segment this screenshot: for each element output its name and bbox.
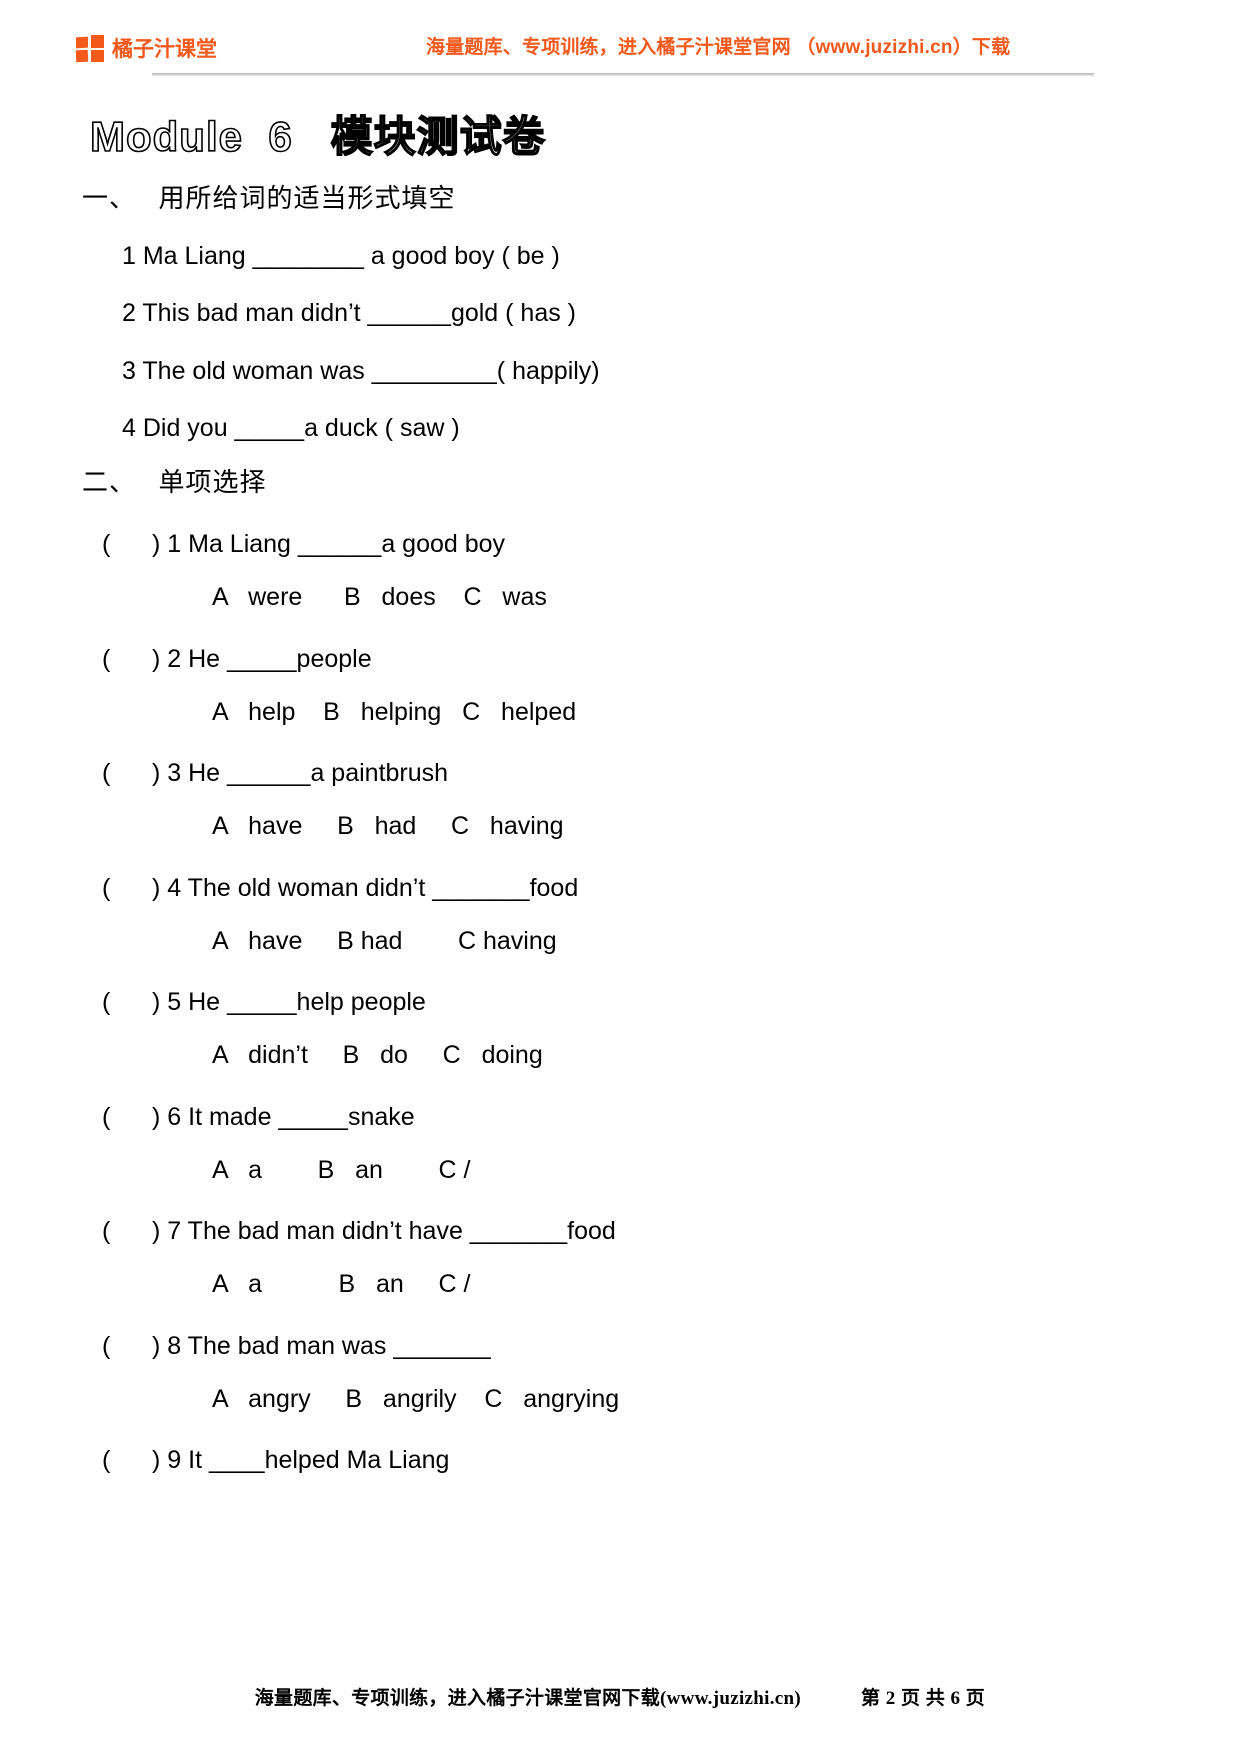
mc-question-stem: ( ) 5 He _____help people <box>102 988 426 1017</box>
multiple-choice-question-list: ( ) 1 Ma Liang ______a good boy A were B… <box>76 529 1164 1476</box>
mc-question-stem: ( ) 4 The old woman didn’t _______food <box>102 873 579 902</box>
page-title: Module 6 模块测试卷 <box>89 113 546 161</box>
mc-question-stem: ( ) 1 Ma Liang ______a good boy <box>102 530 506 559</box>
page-header: 橘子汁课堂 海量题库、专项训练，进入橘子汁课堂官网 （www.juzizhi.c… <box>75 0 1164 80</box>
page-footer: 海量题库、专项训练，进入橘子汁课堂官网下载(www.juzizhi.cn) 第 … <box>76 1683 1164 1710</box>
section-label-1: 一、 <box>82 184 137 214</box>
section-title-2: 单项选择 <box>158 468 267 498</box>
section-label-2: 二、 <box>82 468 137 498</box>
mc-question-options: A have B had C having <box>212 812 564 841</box>
mc-question-options: A a B an C / <box>212 1155 471 1184</box>
mc-question-options: A didn’t B do C doing <box>212 1041 543 1070</box>
header-divider <box>152 73 1094 76</box>
brand-name: 橘子汁课堂 <box>112 37 217 61</box>
mc-question-stem: ( ) 2 He _____people <box>102 644 372 673</box>
section-title-1: 用所给词的适当形式填空 <box>158 184 456 214</box>
mc-question-stem: ( ) 8 The bad man was _______ <box>102 1331 491 1360</box>
mc-question-stem: ( ) 9 It ____helped Ma Liang <box>102 1446 450 1475</box>
section-heading-2: 二、 单项选择 <box>82 462 1164 499</box>
fill-blank-question-list: 1 Ma Liang ________ a good boy ( be ) 2 … <box>76 241 1164 444</box>
section-heading-1: 一、 用所给词的适当形式填空 <box>82 178 1164 215</box>
fill-blank-question: 2 This bad man didn’t ______gold ( has ) <box>122 299 577 328</box>
fill-blank-question: 3 The old woman was _________( happily) <box>122 356 600 385</box>
footer-page-number: 第 2 页 共 6 页 <box>861 1688 986 1709</box>
mc-question-options: A a B an C / <box>212 1270 471 1299</box>
fill-blank-question: 4 Did you _____a duck ( saw ) <box>122 413 460 442</box>
footer-note: 海量题库、专项训练，进入橘子汁课堂官网下载(www.juzizhi.cn) <box>254 1688 801 1709</box>
mc-question-stem: ( ) 6 It made _____snake <box>102 1102 415 1131</box>
mc-question-stem: ( ) 7 The bad man didn’t have _______foo… <box>102 1217 616 1246</box>
four-squares-logo-icon <box>75 35 106 63</box>
header-promo-text: 海量题库、专项训练，进入橘子汁课堂官网 （www.juzizhi.cn）下载 <box>426 37 1011 58</box>
mc-question-options: A have B had C having <box>212 926 557 955</box>
brand: 橘子汁课堂 <box>75 35 217 63</box>
mc-question-options: A angry B angrily C angrying <box>212 1384 620 1413</box>
fill-blank-question: 1 Ma Liang ________ a good boy ( be ) <box>122 242 560 271</box>
worksheet-page: 橘子汁课堂 海量题库、专项训练，进入橘子汁课堂官网 （www.juzizhi.c… <box>0 0 1240 1754</box>
mc-question-options: A were B does C was <box>212 583 547 612</box>
mc-question-stem: ( ) 3 He ______a paintbrush <box>102 759 449 788</box>
mc-question-options: A help B helping C helped <box>212 697 577 726</box>
